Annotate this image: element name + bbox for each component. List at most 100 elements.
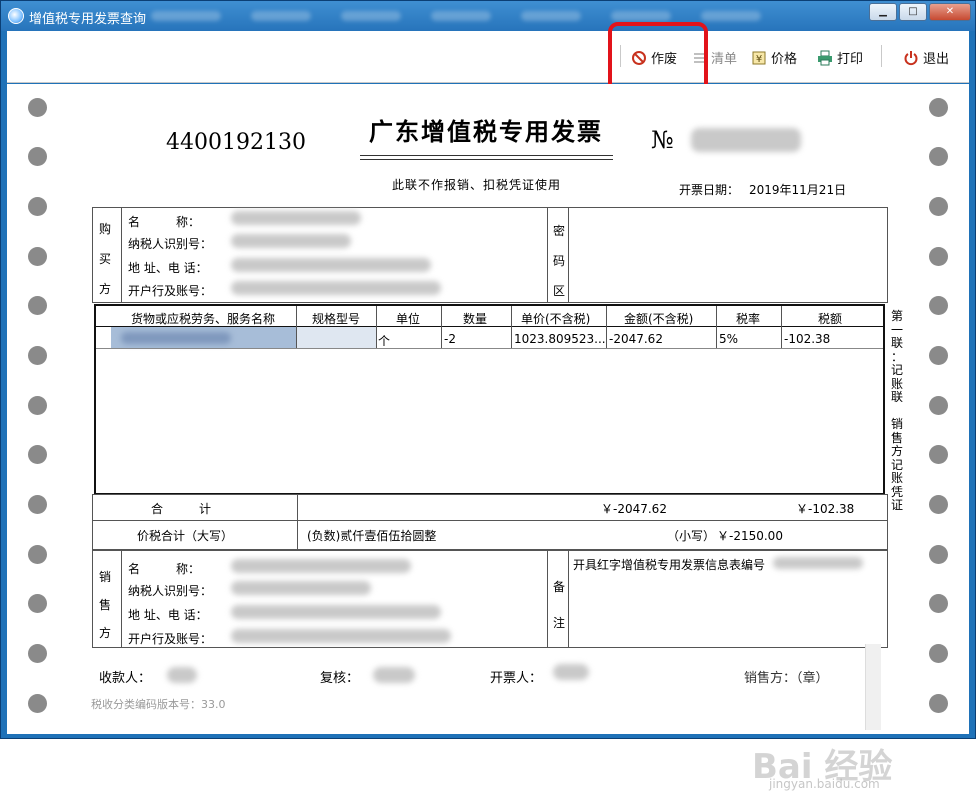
invoice-title: 广东增值税专用发票 [369,117,603,146]
copy-label-char: 第 [891,309,904,323]
payee-label: 收款人： [99,671,152,686]
perforation-hole [28,197,47,216]
small-label: （小写） [667,529,716,543]
buyer-name-label: 名 称： [128,215,201,229]
copy-label-char: 一 [891,322,904,337]
price-button[interactable]: ¥ 价格 [751,48,797,67]
blurred-tab [251,11,311,21]
redacted-buyer-name [231,211,361,225]
toolbar-separator [881,45,882,67]
col-header-qty: 数量 [463,312,488,326]
copy-label-char: 凭 [891,484,904,499]
perforation-hole [28,594,47,613]
redacted-drawer [553,664,589,680]
minimize-button[interactable]: ▁ [869,3,897,21]
version-text: 税收分类编码版本号：33.0 [91,698,226,711]
seller-sign-label: 销售方：（章） [744,671,829,686]
col-header-amount: 金额(不含税) [624,312,694,326]
copy-label-char: 记 [891,457,904,472]
buyer-address-label: 地 址、电 话： [128,261,208,275]
perforation-hole [929,197,948,216]
cipher-label: 密 [553,224,566,238]
row-amount[interactable]: -2047.62 [609,332,663,346]
divider [121,550,122,648]
close-button[interactable]: ✕ [929,3,971,21]
redacted-seller-name [231,559,411,573]
invoice-paper: 4400192130 广东增值税专用发票 № 此联不作报销、扣税凭证使用 开票日… [7,84,969,791]
redacted-seller-bank [231,629,451,643]
cipher-label: 区 [553,284,566,298]
perforation-hole [28,694,47,713]
blurred-tab [611,11,671,21]
total-amount: ￥-2047.62 [601,502,667,516]
remark-text[interactable]: 开具红字增值税专用发票信息表编号 [573,556,765,573]
copy-label-char: ： [891,349,904,364]
app-window: 增值税专用发票查询 ▁ □ ✕ 作废 清单 ¥ 价格 打印 退出 4400192… [0,0,976,791]
seller-side-label: 方 [99,626,112,640]
perforation-hole [929,495,948,514]
divider [441,306,442,348]
copy-label-char: 售 [891,430,904,445]
divider [781,306,782,348]
perforation-hole [929,694,948,713]
divider [511,306,512,348]
blurred-tab [151,11,221,21]
invoice-date-label: 开票日期： [679,183,740,197]
copy-label-char: 联 [891,390,904,404]
buyer-side-label: 购 [99,222,112,236]
price-tax-upper: (负数)贰仟壹佰伍拾圆整 [307,529,437,543]
buyer-side-label: 方 [99,282,112,296]
redacted-remark-number [773,557,863,569]
toolbar: 作废 清单 ¥ 价格 打印 退出 [7,31,969,83]
maximize-button[interactable]: □ [899,3,927,21]
redacted-reviewer [373,667,415,683]
print-label: 打印 [837,52,864,67]
divider [92,520,888,521]
seller-taxid-label: 纳税人识别号： [128,584,213,598]
perforation-hole [28,644,47,663]
row-rate[interactable]: 5% [719,332,738,346]
print-button[interactable]: 打印 [817,48,863,67]
total-tax: ￥-102.38 [796,502,855,516]
copy-label-char [891,405,905,419]
blurred-tab [701,11,761,21]
perforation-hole [28,346,47,365]
col-header-spec: 规格型号 [312,312,361,326]
seller-name-label: 名 称： [128,562,201,576]
perforation-hole [28,98,47,117]
perforation-hole [929,296,948,315]
redacted-invoice-number [691,128,801,152]
row-unit[interactable]: 个 [378,332,390,349]
app-icon [8,8,24,24]
row-tax[interactable]: -102.38 [784,332,830,346]
exit-button[interactable]: 退出 [903,48,949,67]
seller-address-label: 地 址、电 话： [128,608,208,622]
perforation-hole [28,396,47,415]
copy-label-char: 账 [891,376,904,391]
divider [376,306,377,348]
row-price[interactable]: 1023.809523... [514,332,606,346]
redacted-seller-address [231,605,441,619]
title-underline [360,155,613,156]
redacted-buyer-bank [231,281,441,295]
divider [297,494,298,550]
col-header-price: 单价(不含税) [521,312,591,326]
blurred-tab [431,11,491,21]
invoice-code: 4400192130 [166,130,306,155]
total-label: 合 计 [151,502,212,516]
perforation-hole [28,445,47,464]
col-header-rate: 税率 [736,312,761,326]
col-header-name: 货物或应税劳务、服务名称 [131,312,276,326]
remark-scrollbar[interactable] [865,644,881,730]
invoice-number-label: № [651,126,674,154]
row-qty[interactable]: -2 [444,332,456,346]
copy-label-char: 账 [891,471,904,485]
divider [121,207,122,303]
perforation-hole [28,495,47,514]
svg-text:¥: ¥ [756,54,762,65]
perforation-hole [929,396,948,415]
perforation-hole [929,346,948,365]
divider [568,207,569,303]
perforation-hole [28,296,47,315]
exit-label: 退出 [923,52,950,67]
